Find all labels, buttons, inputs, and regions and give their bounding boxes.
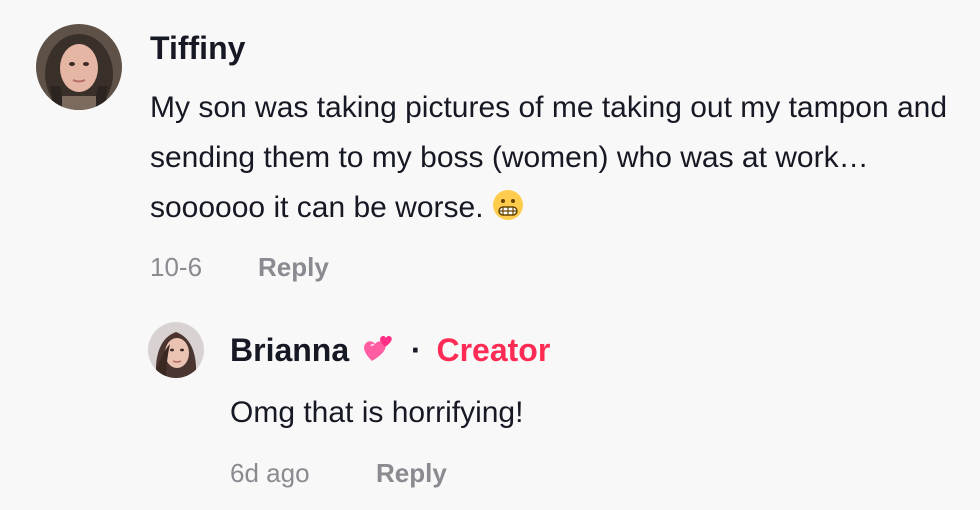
grimacing-face-icon bbox=[492, 187, 524, 237]
comment-text-brianna: Omg that is horrifying! bbox=[230, 396, 524, 429]
reply-button[interactable]: Reply bbox=[376, 458, 447, 489]
separator-dot: · bbox=[410, 332, 422, 368]
comment-date: 6d ago bbox=[230, 458, 310, 488]
username-brianna[interactable]: Brianna · Creator bbox=[230, 332, 550, 371]
creator-badge: Creator bbox=[436, 332, 551, 368]
comment-text: My son was taking pictures of me taking … bbox=[150, 91, 948, 224]
username-text: Brianna bbox=[230, 332, 350, 368]
comment-brianna: Brianna · Creator Omg that is horrifying… bbox=[0, 300, 980, 510]
reply-button[interactable]: Reply bbox=[258, 252, 329, 283]
comment-tiffiny: Tiffiny My son was taking pictures of me… bbox=[0, 0, 980, 300]
two-hearts-icon bbox=[362, 333, 396, 371]
comment-text-tiffiny: My son was taking pictures of me taking … bbox=[150, 83, 950, 237]
avatar-brianna[interactable] bbox=[148, 322, 204, 378]
avatar-photo-icon bbox=[148, 322, 204, 378]
username-tiffiny[interactable]: Tiffiny bbox=[150, 30, 245, 67]
avatar-photo-icon bbox=[36, 24, 122, 110]
comment-date: 10-6 bbox=[150, 252, 203, 282]
avatar-tiffiny[interactable] bbox=[36, 24, 122, 110]
